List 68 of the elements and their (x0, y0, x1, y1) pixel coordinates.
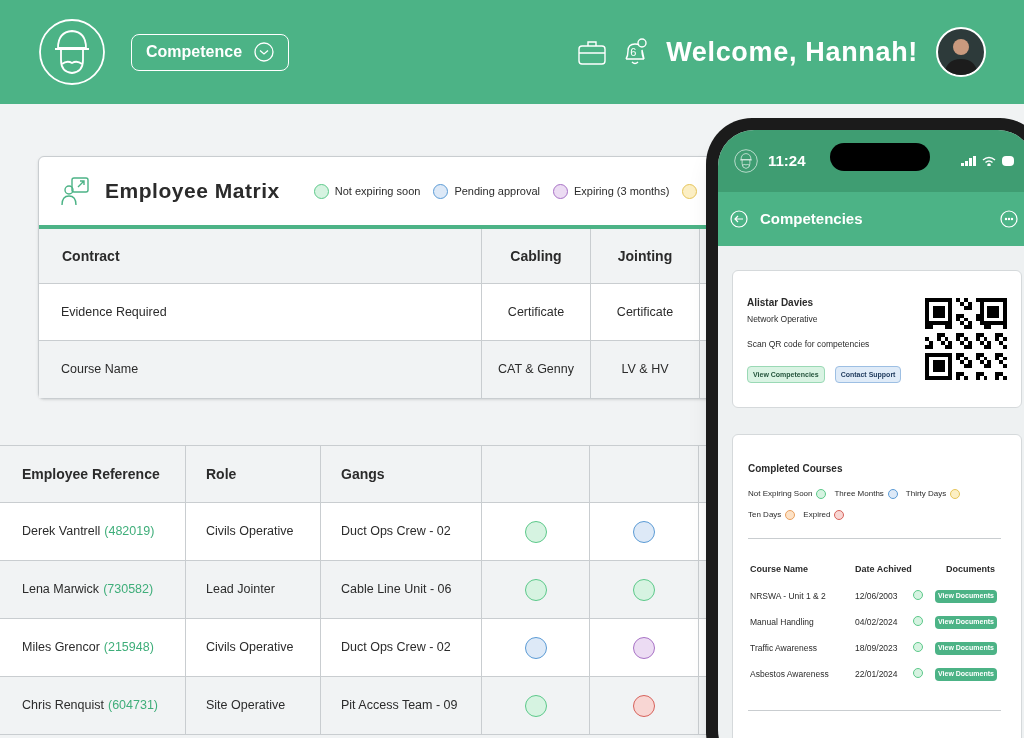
date-achieved: 18/09/2023 (855, 642, 899, 655)
column-header: Employee Reference (21, 464, 161, 484)
legend-label: Expired (803, 509, 831, 521)
row-label: Evidence Required (60, 303, 168, 321)
column-header: Date Achived (855, 563, 913, 576)
column-header: Course Name (749, 563, 810, 576)
column-header: Gangs (320, 446, 481, 502)
chevron-down-icon (254, 42, 275, 62)
course-name: Traffic Awareness (749, 642, 818, 655)
table-cell: Pit Access Team - 09 (320, 677, 481, 734)
table-cell: Civils Operative (185, 503, 320, 560)
employee-id: (604731) (108, 697, 159, 715)
briefcase-icon[interactable] (578, 39, 607, 65)
notification-count: 6 (630, 47, 637, 58)
column-header: Contract (61, 246, 121, 266)
column-header: Cabling (481, 229, 590, 283)
legend-label: Not expiring soon (334, 183, 421, 199)
employee-id: (215948) (103, 639, 154, 657)
hard-hat-logo-icon (734, 149, 758, 173)
phone-clock: 11:24 (768, 150, 806, 171)
course-name: Asbestos Awareness (749, 668, 830, 681)
date-achieved: 12/06/2003 (855, 590, 899, 603)
battery-icon (1002, 156, 1014, 166)
legend-label: Pending approval (454, 183, 540, 199)
column-header: Documents (946, 563, 995, 576)
presenter-icon (61, 176, 89, 206)
table-cell: Lead Jointer (185, 561, 320, 618)
hard-hat-logo-icon (38, 18, 106, 86)
welcome-heading: Welcome, Hannah! (666, 35, 918, 69)
date-achieved: 22/01/2024 (855, 668, 899, 681)
wifi-icon (982, 156, 996, 166)
legend-label: Thirty Days (905, 488, 947, 500)
course-name: Manual Handling (749, 616, 815, 629)
employee-name: Lena Marwick (22, 581, 100, 599)
section-title: Completed Courses (748, 462, 844, 476)
employee-name: Miles Grencor (22, 639, 100, 657)
table-cell: Duct Ops Crew - 02 (320, 503, 481, 560)
module-dropdown[interactable]: Competence (131, 33, 290, 71)
employee-role: Network Operative (747, 312, 819, 326)
legend-label: Expiring (3 months) (574, 183, 670, 199)
legend-label: Ten Days (748, 509, 782, 521)
legend-label: Three Months (834, 488, 884, 500)
employee-id: (482019) (104, 523, 155, 541)
column-header: Role (185, 446, 320, 502)
table-cell: Site Operative (185, 677, 320, 734)
notification-bell[interactable]: 6 (622, 37, 649, 67)
employee-name: Chris Renquist (22, 697, 104, 715)
signal-icon (961, 156, 977, 166)
column-header: Jointing (590, 229, 699, 283)
employee-name: Derek Vantrell (22, 523, 101, 541)
row-label: Course Name (60, 361, 140, 379)
table-cell: CAT & Genny (481, 341, 590, 398)
user-avatar[interactable] (936, 27, 986, 77)
matrix-title: Employee Matrix (105, 178, 280, 205)
table-cell: Civils Operative (185, 619, 320, 676)
legend-label: Not Expiring Soon (748, 488, 813, 500)
table-cell: Duct Ops Crew - 02 (320, 619, 481, 676)
date-achieved: 04/02/2024 (855, 616, 899, 629)
course-name: NRSWA - Unit 1 & 2 (749, 590, 827, 603)
employee-name: Alistar Davies (747, 295, 815, 310)
table-cell: Cable Line Unit - 06 (320, 561, 481, 618)
employee-id: (730582) (103, 581, 154, 599)
table-cell: LV & HV (590, 341, 699, 398)
table-cell: Certificate (590, 284, 699, 340)
qr-hint: Scan QR code for competencies (747, 337, 871, 351)
table-cell: Certificate (481, 284, 590, 340)
more-icon[interactable] (1000, 210, 1018, 228)
screen-title: Competencies (760, 208, 863, 229)
